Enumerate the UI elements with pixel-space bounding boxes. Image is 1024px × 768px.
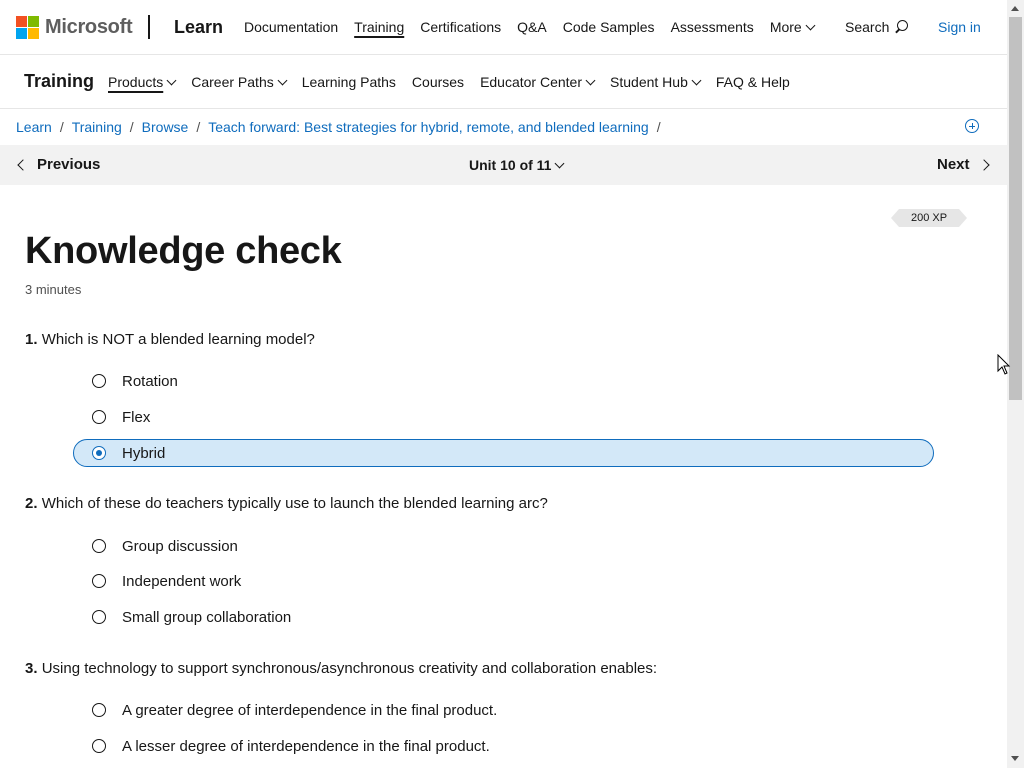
question-3: 3. Using technology to support synchrono… [25, 660, 657, 677]
radio-button[interactable] [92, 610, 106, 624]
chevron-down-icon [166, 75, 177, 85]
next-button[interactable]: Next [937, 156, 990, 173]
option-label: A lesser degree of interdependence in th… [122, 737, 490, 755]
next-label: Next [937, 156, 970, 173]
nav-item-more[interactable]: More [770, 19, 816, 35]
add-to-collection-icon[interactable] [965, 119, 979, 133]
question-2: 2. Which of these do teachers typically … [25, 495, 548, 512]
question-text: Which is NOT a blended learning model? [41, 331, 315, 348]
previous-button[interactable]: Previous [16, 156, 100, 173]
sign-in-link[interactable]: Sign in [938, 19, 981, 35]
training-nav-student-hub[interactable]: Student Hub [610, 74, 702, 90]
option-label: Group discussion [122, 537, 238, 555]
q1-option-hybrid[interactable]: Hybrid [73, 439, 934, 467]
option-label: Flex [122, 408, 151, 426]
option-label: Rotation [122, 372, 178, 390]
q2-option-small-group[interactable]: Small group collaboration [73, 603, 934, 631]
training-nav-products[interactable]: Products [108, 74, 177, 90]
search-icon [897, 20, 909, 31]
nav-item-code-samples[interactable]: Code Samples [563, 19, 655, 35]
question-number: 1. [25, 331, 38, 348]
breadcrumb-training[interactable]: Training [72, 119, 122, 135]
page-title: Knowledge check [25, 230, 342, 272]
breadcrumb-separator: / [656, 119, 661, 135]
question-text: Which of these do teachers typically use… [41, 495, 548, 512]
training-title[interactable]: Training [24, 71, 94, 92]
microsoft-logo-icon [16, 16, 39, 39]
header-divider [148, 15, 150, 39]
breadcrumb-separator: / [129, 119, 134, 135]
question-number: 3. [25, 660, 38, 677]
microsoft-wordmark: Microsoft [45, 16, 133, 38]
training-nav-faq-help[interactable]: FAQ & Help [716, 74, 790, 90]
option-label: Independent work [122, 572, 242, 590]
radio-button[interactable] [92, 703, 106, 717]
option-label: Hybrid [122, 444, 166, 462]
q3-option-lesser[interactable]: A lesser degree of interdependence in th… [73, 732, 934, 760]
scroll-down-arrow-icon[interactable] [1011, 756, 1019, 761]
radio-button-selected[interactable] [92, 446, 106, 460]
chevron-down-icon [555, 158, 565, 168]
training-header: Training Products Career Paths Learning … [0, 55, 1007, 109]
xp-badge: 200 XP [891, 209, 967, 227]
training-nav-educator-center[interactable]: Educator Center [480, 74, 596, 90]
radio-button[interactable] [92, 739, 106, 753]
option-label: A greater degree of interdependence in t… [122, 701, 498, 719]
nav-item-certifications[interactable]: Certifications [420, 19, 501, 35]
training-nav-learning-paths[interactable]: Learning Paths [302, 74, 396, 90]
radio-button[interactable] [92, 574, 106, 588]
radio-button[interactable] [92, 539, 106, 553]
training-nav: Products Career Paths Learning Paths Cou… [108, 74, 806, 90]
breadcrumb-browse[interactable]: Browse [142, 119, 189, 135]
breadcrumb: Learn / Training / Browse / Teach forwar… [16, 119, 669, 135]
chevron-down-icon [585, 75, 596, 85]
q1-option-rotation[interactable]: Rotation [73, 367, 934, 395]
vertical-scrollbar[interactable] [1007, 0, 1024, 768]
q2-option-independent-work[interactable]: Independent work [73, 567, 934, 595]
radio-button[interactable] [92, 374, 106, 388]
nav-item-assessments[interactable]: Assessments [671, 19, 754, 35]
breadcrumb-module[interactable]: Teach forward: Best strategies for hybri… [208, 119, 648, 135]
search-label: Search [845, 19, 890, 35]
training-nav-career-paths[interactable]: Career Paths [191, 74, 288, 90]
previous-label: Previous [37, 156, 101, 173]
mouse-cursor-icon [997, 354, 1011, 375]
training-nav-courses[interactable]: Courses [412, 74, 464, 90]
unit-label: Unit 10 of 11 [469, 157, 552, 173]
chevron-right-icon [977, 158, 990, 171]
microsoft-logo[interactable]: Microsoft [16, 16, 133, 39]
nav-item-documentation[interactable]: Documentation [244, 19, 338, 35]
unit-selector[interactable]: Unit 10 of 11 [469, 157, 565, 173]
option-label: Small group collaboration [122, 608, 292, 626]
chevron-down-icon [691, 75, 702, 85]
breadcrumb-separator: / [196, 119, 201, 135]
question-text: Using technology to support synchronous/… [41, 660, 658, 677]
chevron-left-icon [17, 158, 29, 171]
search-button[interactable]: Search [845, 19, 909, 35]
unit-navigation: Previous Unit 10 of 11 Next [0, 145, 1007, 185]
q3-option-greater[interactable]: A greater degree of interdependence in t… [73, 696, 934, 724]
learn-brand-link[interactable]: Learn [174, 17, 223, 38]
scroll-thumb[interactable] [1009, 17, 1022, 400]
nav-item-training[interactable]: Training [354, 19, 404, 35]
chevron-down-icon [277, 75, 288, 85]
breadcrumb-separator: / [59, 119, 64, 135]
question-number: 2. [25, 495, 38, 512]
radio-button[interactable] [92, 410, 106, 424]
scroll-up-arrow-icon[interactable] [1011, 6, 1019, 11]
nav-item-qa[interactable]: Q&A [517, 19, 547, 35]
q2-option-group-discussion[interactable]: Group discussion [73, 532, 934, 560]
question-1: 1. Which is NOT a blended learning model… [25, 331, 315, 348]
chevron-down-icon [805, 20, 816, 30]
breadcrumb-learn[interactable]: Learn [16, 119, 52, 135]
q1-option-flex[interactable]: Flex [73, 403, 934, 431]
global-nav: Documentation Training Certifications Q&… [244, 19, 830, 35]
global-header: Microsoft Learn Documentation Training C… [0, 0, 1007, 55]
duration: 3 minutes [25, 282, 82, 297]
